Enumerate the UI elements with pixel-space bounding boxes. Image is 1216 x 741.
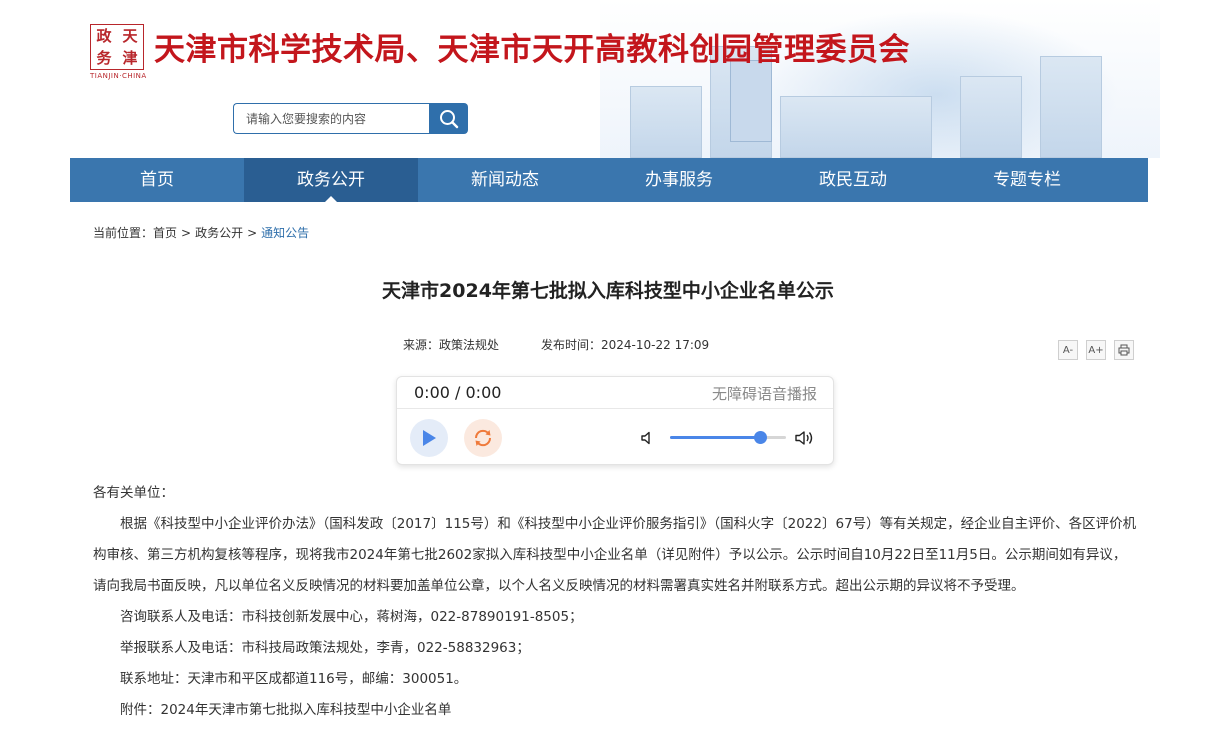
contact-address: 联系地址：天津市和平区成都道116号，邮编：300051。	[120, 671, 468, 687]
nav-item-news[interactable]: 新闻动态	[418, 158, 592, 202]
nav-item-interaction[interactable]: 政民互动	[766, 158, 940, 202]
breadcrumb-prefix: 当前位置：	[93, 226, 154, 240]
nav-item-special-topics[interactable]: 专题专栏	[940, 158, 1114, 202]
volume-slider[interactable]	[670, 431, 786, 444]
attachment-link[interactable]: 附件：2024年天津市第七批拟入库科技型中小企业名单	[93, 695, 1138, 726]
breadcrumb-separator: >	[247, 226, 258, 240]
site-title[interactable]: 天津市科学技术局、天津市天开高教科创园管理委员会	[154, 24, 910, 69]
nav-item-home[interactable]: 首页	[70, 158, 244, 202]
print-icon	[1118, 344, 1130, 356]
breadcrumb-home[interactable]: 首页	[153, 226, 177, 240]
volume-low-icon	[641, 431, 650, 445]
breadcrumb-government-affairs[interactable]: 政务公开	[195, 226, 243, 240]
header-building-illustration	[780, 96, 932, 158]
volume-handle[interactable]	[754, 431, 768, 444]
logo-char: 务	[96, 49, 112, 67]
search-icon	[439, 109, 458, 128]
nav-item-services[interactable]: 办事服务	[592, 158, 766, 202]
body-paragraph: 根据《科技型中小企业评价办法》（国科发政〔2017〕115号）和《科技型中小企业…	[93, 516, 1137, 594]
main-nav: 首页 政务公开 新闻动态 办事服务 政民互动 专题专栏	[70, 158, 1148, 202]
logo-char: 天	[122, 27, 138, 45]
breadcrumb-current[interactable]: 通知公告	[261, 226, 309, 240]
loop-icon	[474, 429, 492, 447]
article-meta: 来源：政策法规处 发布时间：2024-10-22 17:09	[403, 336, 751, 353]
play-button[interactable]	[410, 419, 448, 457]
header-building-illustration	[1040, 56, 1102, 158]
player-time: 0:00 / 0:00	[414, 383, 502, 402]
logo-char: 津	[122, 49, 138, 67]
logo-caption: TIANJIN·CHINA	[90, 72, 147, 80]
volume-button[interactable]	[794, 429, 816, 451]
site-logo[interactable]: 政 天 务 津 TIANJIN·CHINA	[90, 24, 147, 80]
breadcrumb-separator: >	[181, 226, 192, 240]
search-bar	[233, 103, 468, 134]
article-body: 各有关单位： 根据《科技型中小企业评价办法》（国科发政〔2017〕115号）和《…	[93, 478, 1138, 726]
article-tools: A- A+	[1058, 340, 1134, 360]
loop-button[interactable]	[464, 419, 502, 457]
report-contact: 举报联系人及电话：市科技局政策法规处，李青，022-58832963；	[120, 640, 530, 656]
salutation: 各有关单位：	[93, 485, 174, 501]
accessibility-audio-player: 0:00 / 0:00 无障碍语音播报	[396, 376, 834, 465]
article-source: 来源：政策法规处	[403, 338, 500, 352]
breadcrumb: 当前位置：首页 > 政务公开 > 通知公告	[93, 224, 309, 241]
article-title: 天津市2024年第七批拟入库科技型中小企业名单公示	[382, 280, 834, 302]
play-icon	[423, 430, 436, 446]
consult-contact: 咨询联系人及电话：市科技创新发展中心，蒋树海，022-87890191-8505…	[120, 609, 583, 625]
font-increase-button[interactable]: A+	[1086, 340, 1106, 360]
header-gate-illustration	[730, 60, 772, 142]
search-button[interactable]	[429, 103, 468, 134]
volume-high-icon	[795, 431, 813, 445]
logo-emblem: 政 天 务 津	[90, 24, 144, 70]
header-building-illustration	[960, 76, 1022, 158]
header-building-illustration	[630, 86, 702, 158]
player-header: 0:00 / 0:00 无障碍语音播报	[397, 377, 833, 409]
logo-char: 政	[96, 27, 112, 45]
volume-fill	[670, 436, 761, 439]
site-header: 政 天 务 津 TIANJIN·CHINA 天津市科学技术局、天津市天开高教科创…	[0, 0, 1216, 158]
nav-item-government-affairs[interactable]: 政务公开	[244, 158, 418, 202]
mute-button[interactable]	[640, 430, 656, 450]
font-decrease-button[interactable]: A-	[1058, 340, 1078, 360]
player-label: 无障碍语音播报	[711, 385, 817, 403]
search-input[interactable]	[233, 103, 429, 134]
article-published-time: 发布时间：2024-10-22 17:09	[541, 338, 710, 352]
print-button[interactable]	[1114, 340, 1134, 360]
